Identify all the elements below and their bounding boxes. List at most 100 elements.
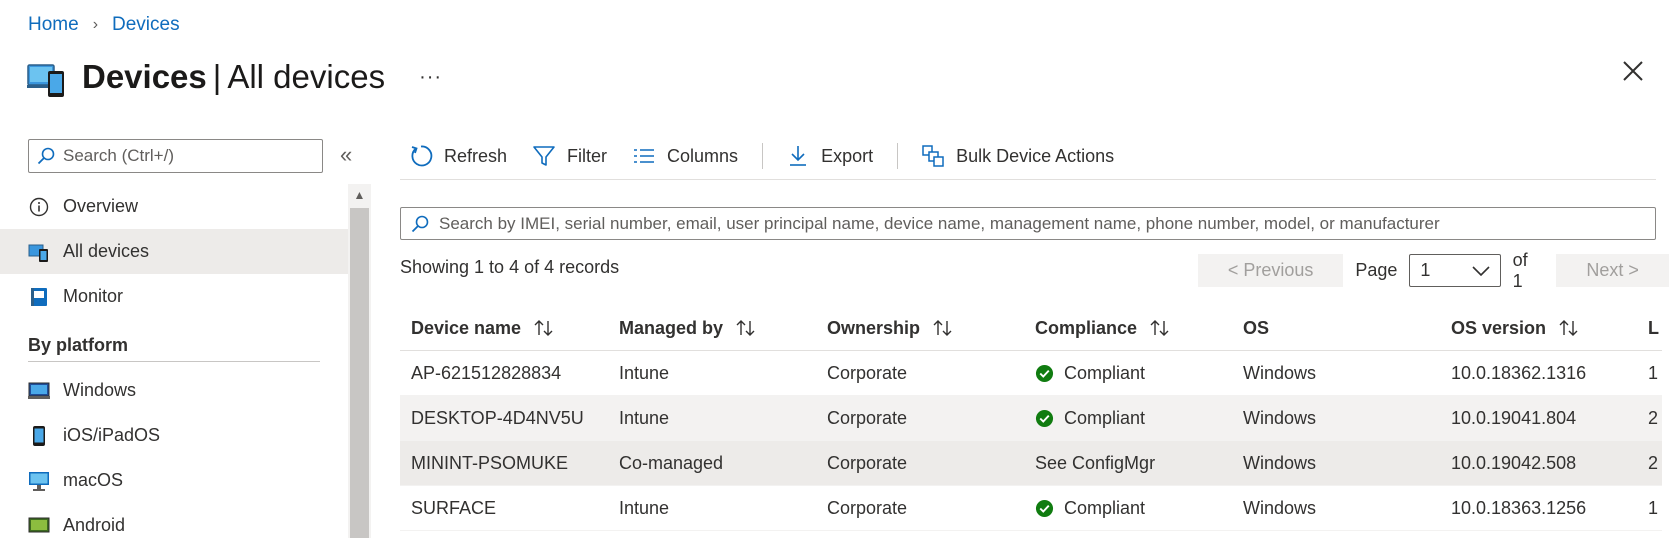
cell-compliance: Compliant: [1024, 408, 1232, 429]
cell-compliance: Compliant: [1024, 498, 1232, 519]
column-header-label: Compliance: [1035, 317, 1138, 338]
more-options-button[interactable]: ···: [419, 66, 442, 89]
search-icon: [411, 215, 429, 232]
column-header-os[interactable]: OS: [1232, 318, 1440, 339]
toolbar-separator: [762, 143, 764, 169]
table-row[interactable]: SURFACE Intune Corporate Compliant Windo…: [400, 486, 1662, 531]
cell-device-name: MININT-PSOMUKE: [411, 452, 569, 473]
device-search-input[interactable]: [439, 213, 1639, 234]
devices-app-icon: [27, 64, 64, 97]
check-circle-icon: [1035, 364, 1054, 382]
filter-button[interactable]: Filter: [531, 143, 607, 169]
table-header: Device name Managed by Ownership Complia…: [400, 306, 1662, 351]
sort-icon[interactable]: [1558, 319, 1580, 337]
cell-os-version: 10.0.19041.804: [1451, 407, 1577, 428]
desktop-icon: [28, 470, 50, 492]
sidebar-nav: Overview All devices Monitor By platform…: [0, 184, 348, 538]
column-header-truncated[interactable]: L: [1648, 318, 1662, 339]
table-row[interactable]: DESKTOP-4D4NV5U Intune Corporate Complia…: [400, 396, 1662, 441]
filter-icon: [531, 143, 557, 169]
page-title: Devices | All devices: [82, 58, 385, 96]
sidebar-item-monitor[interactable]: Monitor: [0, 274, 348, 319]
breadcrumb: Home › Devices: [28, 14, 180, 36]
table-row[interactable]: MININT-PSOMUKE Co-managed Corporate See …: [400, 441, 1662, 486]
compliance-label: Compliant: [1064, 497, 1146, 518]
scrollbar-thumb[interactable]: [350, 208, 369, 538]
cell-managed-by: Co-managed: [619, 452, 724, 473]
cell-ownership: Corporate: [827, 452, 908, 473]
sidebar-item-all-devices[interactable]: All devices: [0, 229, 348, 274]
sidebar-item-label: All devices: [63, 241, 150, 261]
breadcrumb-home-link[interactable]: Home: [28, 14, 79, 36]
sort-icon[interactable]: [1149, 319, 1171, 337]
sidebar-item-label: Monitor: [63, 286, 124, 306]
sort-icon[interactable]: [735, 319, 757, 337]
table-row[interactable]: AP-621512828834 Intune Corporate Complia…: [400, 351, 1662, 396]
records-count: Showing 1 to 4 of 4 records: [400, 257, 620, 277]
columns-button[interactable]: Columns: [631, 143, 738, 169]
refresh-button[interactable]: Refresh: [408, 143, 507, 169]
column-header-ownership[interactable]: Ownership: [816, 318, 1024, 339]
chevron-down-icon: [1472, 265, 1490, 276]
compliance-label: Compliant: [1064, 407, 1146, 428]
page-title-main: Devices: [82, 58, 207, 95]
sidebar-search-input[interactable]: [63, 146, 303, 166]
cell-os: Windows: [1243, 452, 1317, 473]
devices-table: Device name Managed by Ownership Complia…: [400, 306, 1662, 531]
cell-os-version: 10.0.18362.1316: [1451, 362, 1587, 383]
cell-truncated: 2: [1648, 452, 1659, 473]
cell-truncated: 2: [1648, 407, 1659, 428]
sidebar-scrollbar[interactable]: ▲: [348, 184, 371, 538]
page-title-sub: All devices: [227, 58, 386, 95]
close-icon[interactable]: [1620, 58, 1646, 84]
cell-device-name: AP-621512828834: [411, 362, 562, 383]
cell-os: Windows: [1243, 362, 1317, 383]
sidebar-item-windows[interactable]: Windows: [0, 368, 348, 413]
cell-managed-by: Intune: [619, 362, 670, 383]
sort-icon[interactable]: [533, 319, 555, 337]
bulk-actions-icon: [920, 143, 946, 169]
column-header-managed-by[interactable]: Managed by: [608, 318, 816, 339]
bulk-device-actions-button[interactable]: Bulk Device Actions: [920, 143, 1114, 169]
columns-label: Columns: [667, 145, 739, 166]
cell-truncated: 1: [1648, 497, 1659, 518]
cell-os: Windows: [1243, 497, 1317, 518]
refresh-label: Refresh: [444, 145, 508, 166]
search-icon: [37, 147, 55, 165]
export-button[interactable]: Export: [785, 143, 873, 169]
breadcrumb-devices-link[interactable]: Devices: [112, 14, 180, 36]
page-select[interactable]: 1: [1409, 254, 1501, 287]
column-header-os-version[interactable]: OS version: [1440, 318, 1648, 339]
breadcrumb-separator: ›: [92, 16, 99, 33]
toolbar-separator: [897, 143, 899, 169]
compliance-label: Compliant: [1064, 362, 1146, 383]
phone-icon: [28, 425, 50, 447]
sidebar-item-ios-ipados[interactable]: iOS/iPadOS: [0, 413, 348, 458]
sidebar-item-label: macOS: [63, 470, 124, 490]
column-header-label: OS: [1243, 317, 1270, 338]
devices-icon: [28, 241, 50, 263]
section-divider: [28, 361, 320, 362]
info-icon: [28, 196, 50, 218]
sidebar-item-macos[interactable]: macOS: [0, 458, 348, 503]
collapse-sidebar-button[interactable]: «: [340, 144, 352, 166]
sort-icon[interactable]: [932, 319, 954, 337]
page-total: of 1: [1512, 249, 1528, 291]
refresh-icon: [408, 143, 434, 169]
filter-label: Filter: [567, 145, 608, 166]
column-header-compliance[interactable]: Compliance: [1024, 318, 1232, 339]
page-header: Devices | All devices ···: [26, 52, 442, 102]
cell-ownership: Corporate: [827, 362, 908, 383]
sidebar-item-android[interactable]: Android: [0, 503, 348, 538]
toolbar-divider: [400, 179, 1656, 180]
sidebar-search[interactable]: [28, 139, 323, 173]
column-header-device-name[interactable]: Device name: [400, 318, 608, 339]
sidebar-item-label: iOS/iPadOS: [63, 425, 161, 445]
device-search[interactable]: [400, 207, 1656, 240]
column-header-label: Managed by: [619, 317, 724, 338]
next-page-button[interactable]: Next >: [1556, 254, 1669, 287]
cell-compliance: Compliant: [1024, 363, 1232, 384]
sidebar-item-overview[interactable]: Overview: [0, 184, 348, 229]
previous-page-button[interactable]: < Previous: [1198, 254, 1344, 287]
scroll-up-icon[interactable]: ▲: [348, 184, 371, 206]
